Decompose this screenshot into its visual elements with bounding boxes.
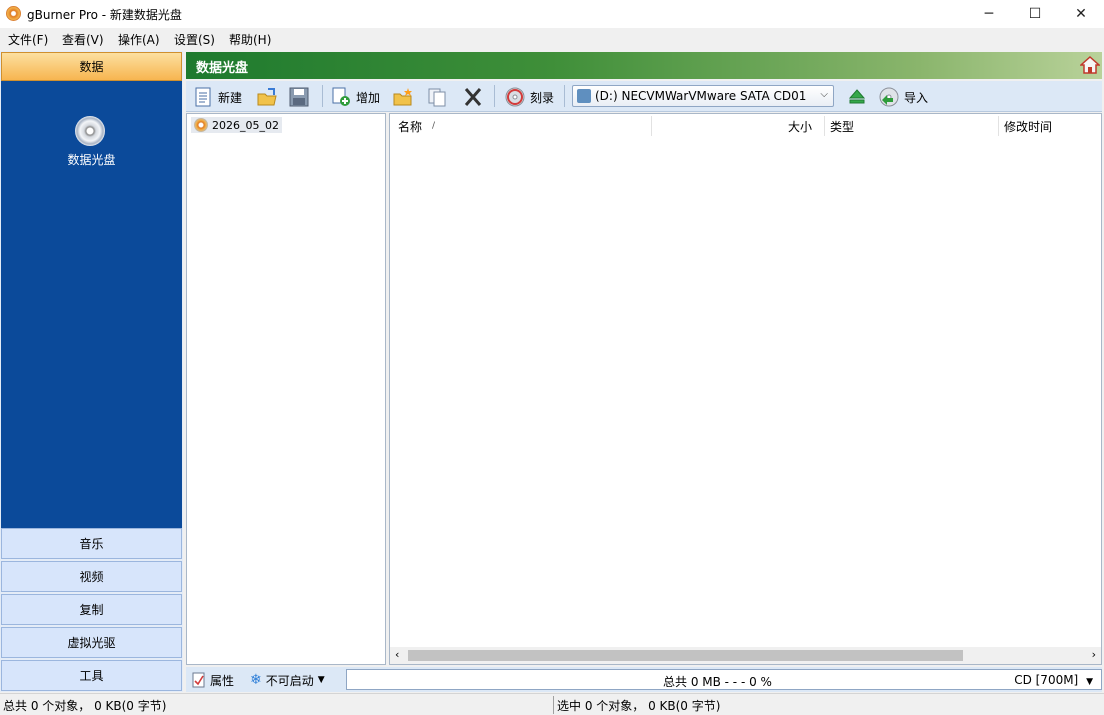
home-icon[interactable] bbox=[1080, 55, 1100, 75]
copy-document-icon bbox=[428, 88, 446, 107]
import-label: 导入 bbox=[904, 90, 929, 105]
add-button[interactable]: 增加 bbox=[330, 84, 380, 110]
tree-root-label: 2026_05_02 bbox=[212, 118, 279, 132]
status-selected: 选中 0 个对象， 0 KB(0 字节) bbox=[557, 699, 721, 713]
properties-label: 属性 bbox=[210, 673, 235, 688]
section-header: 数据光盘 bbox=[186, 52, 1102, 79]
category-data-items: 数据光盘 bbox=[1, 81, 182, 528]
open-folder-icon bbox=[257, 88, 277, 106]
tree-root-item[interactable]: 2026_05_02 bbox=[191, 117, 282, 133]
open-button[interactable] bbox=[256, 84, 278, 110]
app-disc-icon bbox=[6, 6, 21, 21]
category-virtual-drive[interactable]: 虚拟光驱 bbox=[1, 627, 182, 658]
category-copy[interactable]: 复制 bbox=[1, 594, 182, 625]
burn-disc-icon bbox=[505, 87, 525, 107]
boot-label: 不可启动 bbox=[265, 673, 314, 688]
category-panel: 数据 数据光盘 音乐 视频 复制 虚拟光驱 工具 bbox=[0, 51, 183, 692]
add-label: 增加 bbox=[356, 90, 381, 105]
delete-x-icon bbox=[464, 88, 482, 106]
chevron-down-icon: ⌵ bbox=[820, 89, 828, 100]
file-list[interactable]: 名称 / 大小 类型 修改时间 ‹ › bbox=[389, 113, 1102, 665]
data-disc-icon bbox=[75, 116, 105, 146]
media-value: CD [700M] bbox=[1014, 673, 1079, 687]
menu-file[interactable]: 文件(F) bbox=[8, 31, 48, 48]
save-button[interactable] bbox=[288, 84, 310, 110]
data-disc-item[interactable]: 数据光盘 bbox=[1, 81, 182, 171]
new-label: 新建 bbox=[218, 90, 243, 105]
dropdown-arrow-icon: ▼ bbox=[317, 675, 325, 685]
scroll-left-icon[interactable]: ‹ bbox=[395, 648, 399, 661]
title-bar: gBurner Pro - 新建数据光盘 ─ ☐ ✕ bbox=[0, 0, 1104, 28]
delete-button[interactable] bbox=[462, 84, 484, 110]
close-button[interactable]: ✕ bbox=[1058, 0, 1104, 28]
new-document-icon bbox=[195, 87, 211, 107]
new-folder-button[interactable] bbox=[392, 84, 414, 110]
section-title: 数据光盘 bbox=[196, 61, 249, 76]
data-disc-label: 数据光盘 bbox=[67, 153, 116, 167]
maximize-button[interactable]: ☐ bbox=[1012, 0, 1058, 28]
status-total: 总共 0 个对象， 0 KB(0 字节) bbox=[3, 699, 167, 713]
eject-button[interactable] bbox=[846, 84, 868, 110]
sort-indicator-icon: / bbox=[432, 121, 436, 131]
eject-icon bbox=[848, 89, 866, 104]
scroll-thumb[interactable] bbox=[408, 650, 963, 661]
properties-file-button[interactable] bbox=[426, 84, 448, 110]
menu-action[interactable]: 操作(A) bbox=[118, 31, 160, 48]
properties-button[interactable]: 属性 bbox=[192, 667, 234, 693]
drive-icon bbox=[577, 89, 591, 103]
new-button[interactable]: 新建 bbox=[192, 84, 242, 110]
category-music[interactable]: 音乐 bbox=[1, 528, 182, 559]
menu-bar: 文件(F) 查看(V) 操作(A) 设置(S) 帮助(H) bbox=[0, 28, 1104, 50]
save-icon bbox=[289, 87, 309, 107]
new-folder-icon bbox=[393, 88, 412, 106]
horizontal-scrollbar[interactable]: ‹ › bbox=[390, 647, 1101, 664]
add-file-icon bbox=[332, 87, 350, 106]
toolbar: 新建 增加 刻录 (D:) NECVMWarVMware SATA CD01 ⌵… bbox=[186, 81, 1102, 112]
category-tools[interactable]: 工具 bbox=[1, 660, 182, 691]
burn-label: 刻录 bbox=[530, 90, 555, 105]
import-disc-icon bbox=[879, 87, 899, 107]
capacity-bar: 总共 0 MB - - - 0 % CD [700M] ▼ bbox=[346, 669, 1102, 690]
minimize-button[interactable]: ─ bbox=[966, 0, 1012, 28]
capacity-text: 总共 0 MB - - - 0 % bbox=[663, 675, 772, 689]
media-dropdown-icon: ▼ bbox=[1086, 677, 1093, 687]
drive-select[interactable]: (D:) NECVMWarVMware SATA CD01 ⌵ bbox=[572, 85, 834, 107]
menu-settings[interactable]: 设置(S) bbox=[174, 31, 215, 48]
boot-dropdown[interactable]: ❄ 不可启动 ▼ bbox=[250, 667, 325, 693]
drive-value: (D:) NECVMWarVMware SATA CD01 bbox=[595, 89, 807, 103]
category-video[interactable]: 视频 bbox=[1, 561, 182, 592]
menu-help[interactable]: 帮助(H) bbox=[229, 31, 271, 48]
window-title: gBurner Pro - 新建数据光盘 bbox=[27, 8, 182, 22]
disc-icon bbox=[194, 118, 208, 132]
column-modified[interactable]: 修改时间 bbox=[1004, 114, 1052, 138]
media-select[interactable]: CD [700M] ▼ bbox=[1014, 673, 1093, 687]
burn-button[interactable]: 刻录 bbox=[504, 84, 554, 110]
column-name-label: 名称 bbox=[398, 119, 423, 134]
menu-view[interactable]: 查看(V) bbox=[62, 31, 104, 48]
scroll-right-icon[interactable]: › bbox=[1092, 648, 1096, 661]
category-data[interactable]: 数据 bbox=[1, 52, 182, 81]
column-size[interactable]: 大小 bbox=[652, 114, 818, 138]
bottom-bar: 属性 ❄ 不可启动 ▼ 总共 0 MB - - - 0 % CD [700M] … bbox=[186, 667, 1102, 692]
folder-tree[interactable]: 2026_05_02 bbox=[186, 113, 386, 665]
column-name[interactable]: 名称 / bbox=[398, 114, 435, 138]
import-button[interactable]: 导入 bbox=[878, 84, 928, 110]
status-bar: 总共 0 个对象， 0 KB(0 字节) 选中 0 个对象， 0 KB(0 字节… bbox=[0, 693, 1104, 715]
snowflake-icon: ❄ bbox=[250, 672, 262, 688]
properties-icon bbox=[192, 672, 205, 688]
column-type[interactable]: 类型 bbox=[830, 114, 854, 138]
